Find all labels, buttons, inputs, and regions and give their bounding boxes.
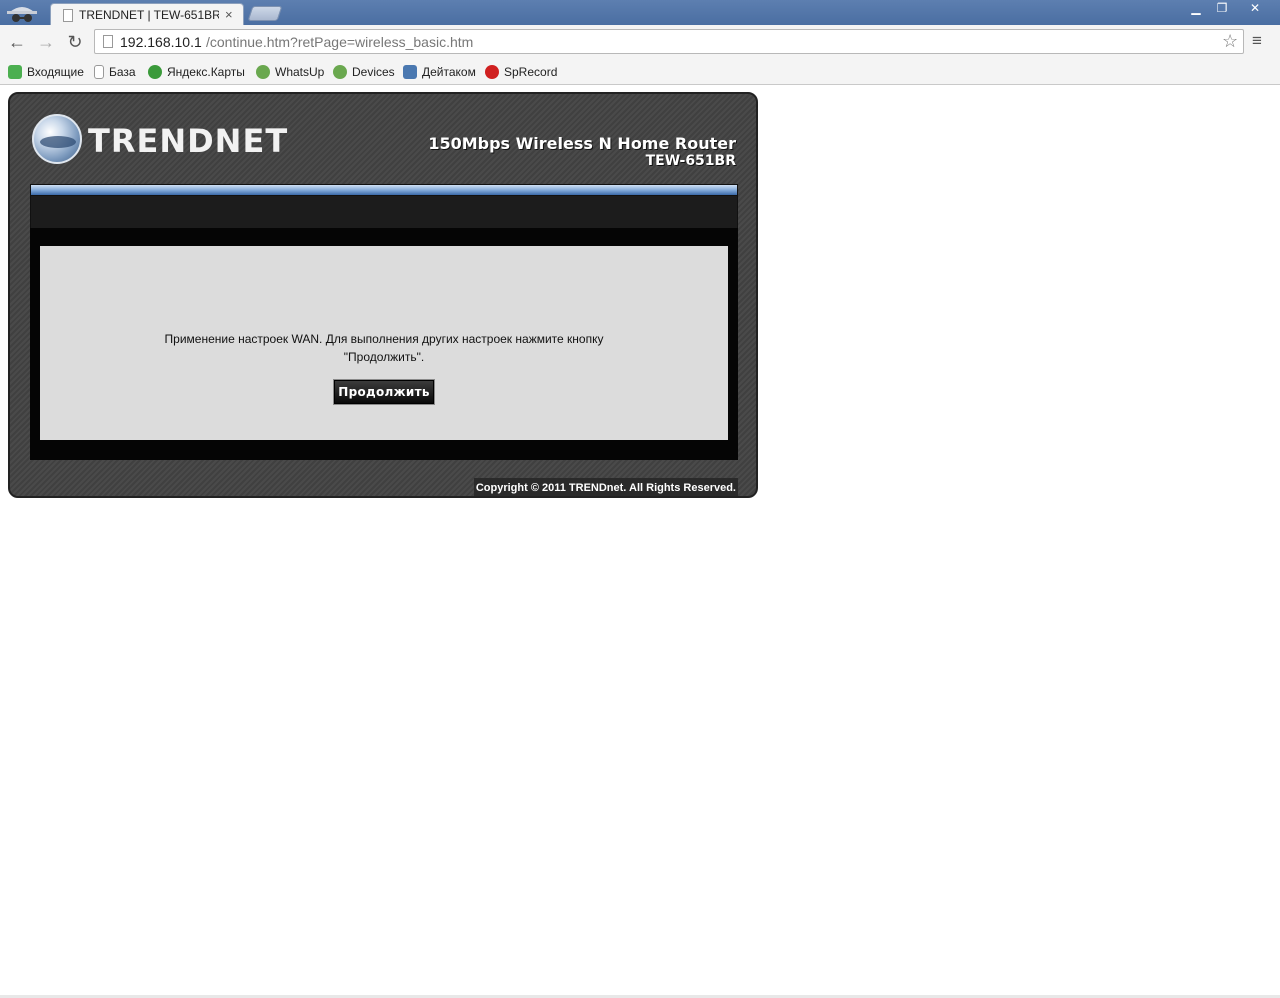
url-host: 192.168.10.1 bbox=[120, 34, 202, 50]
bookmark-label: SpRecord bbox=[504, 65, 558, 79]
tab-active[interactable]: TRENDNET | TEW-651BR Uti × bbox=[50, 3, 244, 26]
header-divider bbox=[30, 184, 738, 196]
minimize-button[interactable]: ▁ bbox=[1183, 0, 1209, 17]
bookmark-label: Яндекс.Карты bbox=[167, 65, 245, 79]
back-button[interactable]: ← bbox=[6, 31, 28, 53]
page-icon bbox=[63, 9, 73, 22]
status-message: Применение настроек WAN. Для выполнения … bbox=[40, 330, 728, 366]
menu-icon[interactable]: ≡ bbox=[1252, 31, 1262, 51]
bookmark-label: Дейтаком bbox=[422, 65, 476, 79]
router-frame: TRENDNET 150Mbps Wireless N Home Router … bbox=[8, 92, 758, 498]
bookmark-label: Входящие bbox=[27, 65, 84, 79]
browser-toolbar: ← → ↻ 192.168.10.1 /continue.htm?retPage… bbox=[0, 25, 1280, 59]
product-header: 150Mbps Wireless N Home Router TEW-651BR bbox=[428, 134, 736, 170]
nav-band bbox=[30, 196, 738, 228]
forward-button[interactable]: → bbox=[35, 31, 57, 53]
message-panel: Применение настроек WAN. Для выполнения … bbox=[40, 246, 728, 440]
bookmark-star-icon[interactable]: ☆ bbox=[1222, 31, 1238, 52]
product-name: 150Mbps Wireless N Home Router bbox=[428, 134, 736, 153]
maximize-button[interactable]: ❐ bbox=[1209, 0, 1235, 17]
phone-icon bbox=[8, 65, 22, 79]
bookmark-devices[interactable]: Devices bbox=[333, 63, 395, 81]
bookmark-label: База bbox=[109, 65, 136, 79]
reload-button[interactable]: ↻ bbox=[64, 31, 86, 53]
datacom-icon bbox=[403, 65, 417, 79]
page-icon bbox=[94, 65, 104, 79]
content-area: Применение настроек WAN. Для выполнения … bbox=[30, 228, 738, 460]
bookmark-baza[interactable]: База bbox=[94, 63, 136, 81]
continue-button[interactable]: Продолжить bbox=[333, 379, 435, 405]
url-path: /continue.htm?retPage=wireless_basic.htm bbox=[206, 34, 474, 50]
new-tab-button[interactable] bbox=[247, 6, 283, 21]
address-bar[interactable]: 192.168.10.1 /continue.htm?retPage=wirel… bbox=[94, 29, 1244, 54]
bookmark-inbox[interactable]: Входящие bbox=[8, 63, 84, 81]
bookmark-yandex-maps[interactable]: Яндекс.Карты bbox=[148, 63, 245, 81]
browser-titlebar: TRENDNET | TEW-651BR Uti × ▁ ❐ ✕ bbox=[0, 0, 1280, 26]
sprecord-icon bbox=[485, 65, 499, 79]
trendnet-orb-icon bbox=[32, 114, 82, 164]
close-window-button[interactable]: ✕ bbox=[1235, 0, 1275, 17]
incognito-icon bbox=[7, 7, 37, 22]
brand-text: TRENDNET bbox=[88, 122, 289, 160]
map-icon bbox=[148, 65, 162, 79]
bookmark-label: WhatsUp bbox=[275, 65, 325, 79]
page-icon bbox=[103, 35, 113, 48]
tab-title: TRENDNET | TEW-651BR Uti bbox=[79, 8, 219, 22]
devices-icon bbox=[333, 65, 347, 79]
bookmark-sprecord[interactable]: SpRecord bbox=[485, 63, 557, 81]
whatsup-icon bbox=[256, 65, 270, 79]
bookmark-datacom[interactable]: Дейтаком bbox=[403, 63, 476, 81]
message-line-2: "Продолжить". bbox=[343, 350, 425, 364]
bookmark-label: Devices bbox=[352, 65, 395, 79]
copyright-text: Copyright © 2011 TRENDnet. All Rights Re… bbox=[473, 478, 738, 496]
message-line-1: Применение настроек WAN. Для выполнения … bbox=[164, 332, 604, 346]
bookmark-whatsup[interactable]: WhatsUp bbox=[256, 63, 324, 81]
tab-close-icon[interactable]: × bbox=[225, 7, 233, 22]
bookmarks-bar: Входящие База Яндекс.Карты WhatsUp Devic… bbox=[0, 59, 1280, 85]
product-model: TEW-651BR bbox=[645, 153, 736, 169]
